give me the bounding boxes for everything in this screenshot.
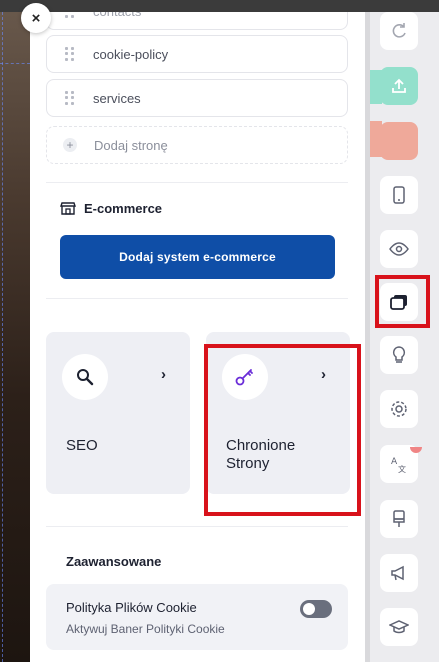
publish-icon[interactable] [380, 67, 418, 105]
search-icon [62, 354, 108, 400]
drag-handle-icon[interactable] [65, 12, 75, 18]
canvas-top-bar [0, 0, 439, 12]
advanced-heading: Zaawansowane [66, 554, 162, 569]
brush-icon[interactable] [380, 500, 418, 538]
divider [46, 182, 348, 183]
annotation-highlight-toolbar [375, 275, 430, 328]
seo-card[interactable]: › SEO [46, 332, 190, 494]
cookie-policy-toggle[interactable] [300, 600, 332, 618]
canvas-background [0, 0, 30, 662]
add-page-button[interactable]: + Dodaj stronę [46, 126, 348, 164]
canvas-guide [2, 12, 3, 662]
close-button[interactable]: × [21, 3, 51, 33]
divider [46, 526, 348, 527]
ecommerce-heading: E-commerce [60, 200, 162, 216]
cookie-policy-subtitle: Aktywuj Baner Polityki Cookie [66, 622, 225, 636]
cookie-policy-title: Polityka Plików Cookie [66, 600, 197, 615]
page-item-label: services [93, 90, 141, 106]
drag-handle-icon[interactable] [65, 91, 75, 105]
divider [46, 298, 348, 299]
preview-icon[interactable] [380, 230, 418, 268]
page-item-label: cookie-policy [93, 46, 169, 62]
drag-handle-icon[interactable] [65, 47, 75, 61]
plus-icon: + [63, 138, 77, 152]
page-item-services[interactable]: services [46, 79, 348, 117]
chevron-right-icon: › [161, 366, 166, 383]
canvas-guide-horizontal [0, 63, 30, 64]
store-icon [60, 202, 76, 215]
pages-panel: contacts cookie-policy services + Dodaj … [30, 12, 365, 662]
accent-strip [370, 121, 382, 157]
add-page-label: Dodaj stronę [94, 137, 168, 153]
marketing-icon[interactable] [380, 554, 418, 592]
publish-accent-strip [370, 70, 382, 104]
annotation-highlight-card [204, 344, 361, 516]
svg-text:A: A [391, 457, 398, 467]
academy-icon[interactable] [380, 608, 418, 646]
ideas-icon[interactable] [380, 336, 418, 374]
seo-card-label: SEO [66, 437, 98, 454]
page-item-label: contacts [93, 12, 141, 19]
editor-toolbar: A文 [370, 12, 439, 662]
add-ecommerce-button[interactable]: Dodaj system e-commerce [60, 235, 335, 279]
settings-icon[interactable] [380, 390, 418, 428]
ecommerce-title: E-commerce [84, 200, 163, 216]
page-item-contacts[interactable]: contacts [46, 12, 348, 30]
svg-text:文: 文 [398, 464, 406, 473]
redo-icon[interactable] [380, 12, 418, 50]
cookie-policy-setting: Polityka Plików Cookie Aktywuj Baner Pol… [46, 584, 348, 650]
page-item-cookie-policy[interactable]: cookie-policy [46, 35, 348, 73]
mobile-icon[interactable] [380, 176, 418, 214]
accent-icon[interactable] [380, 122, 418, 160]
